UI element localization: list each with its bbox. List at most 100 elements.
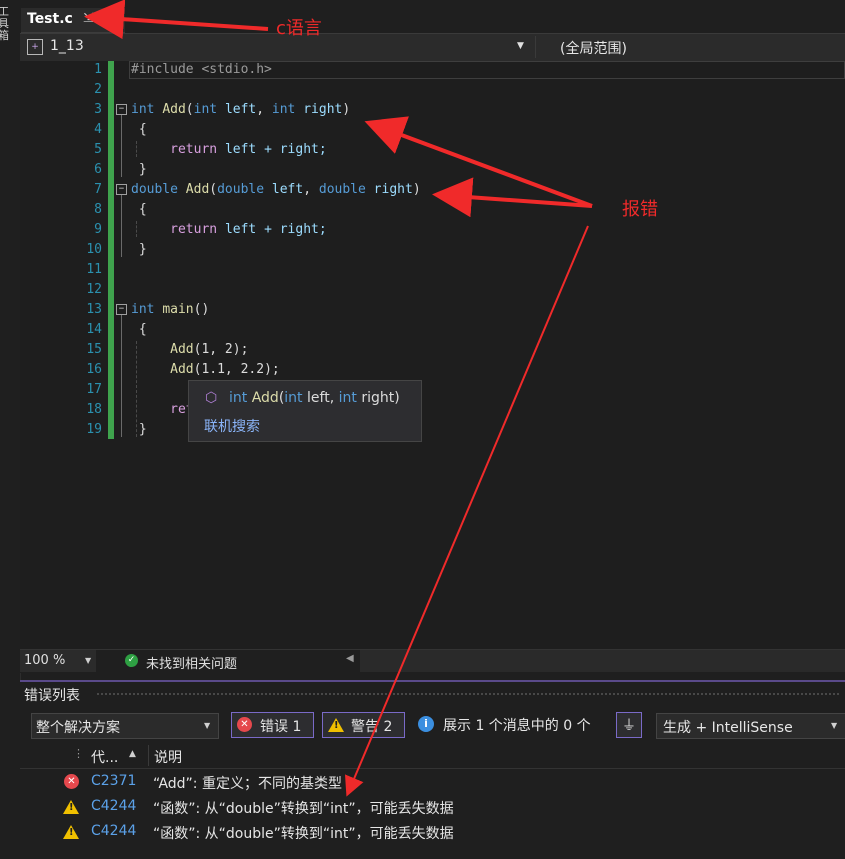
- fold-line: [121, 195, 122, 257]
- funnel-icon: ⏚: [622, 718, 636, 734]
- code-line: {: [138, 122, 147, 137]
- error-icon: ✕: [237, 717, 252, 732]
- line-number: 4: [94, 122, 102, 137]
- column-header-code[interactable]: 代...: [91, 747, 118, 767]
- issues-status[interactable]: 未找到相关问题: [146, 653, 237, 672]
- sort-ascending-icon: ▲: [129, 749, 136, 759]
- warnings-filter-button[interactable]: ! 警告 2: [322, 712, 405, 738]
- quick-info-tooltip: ⬡ int Add(int left, int right) 联机搜索: [188, 380, 422, 442]
- annotation-error: 报错: [622, 199, 658, 220]
- code-line: }: [138, 422, 147, 437]
- solution-scope-dropdown[interactable]: 整个解决方案 ▼: [31, 713, 219, 739]
- panel-title[interactable]: 错误列表: [24, 685, 80, 705]
- annotation-c-language: c语言: [276, 18, 322, 39]
- line-number: 10: [86, 242, 102, 257]
- change-tracking-bar: [108, 61, 114, 439]
- code-line: }: [138, 242, 147, 257]
- chevron-down-icon: ▼: [85, 656, 92, 665]
- fold-line: [121, 315, 122, 437]
- code-line: {: [138, 202, 147, 217]
- column-filter-icon[interactable]: ⋮: [73, 747, 84, 760]
- line-number: 7: [94, 182, 102, 197]
- chevron-down-icon: ▼: [204, 721, 211, 730]
- error-row[interactable]: ! C4244 “函数”: 从“double”转换到“int”，可能丢失数据: [20, 820, 845, 844]
- zoom-level: 100 %: [24, 653, 66, 668]
- project-name: 1_13: [50, 38, 84, 54]
- line-number: 9: [94, 222, 102, 237]
- code-editor[interactable]: 1 2 3 4 5 6 7 8 9 10 11 12 13 14 15 16 17 18 19 − − − #inc…: [20, 61, 845, 649]
- messages-filter-label[interactable]: 展示 1 个消息中的 0 个: [443, 715, 591, 735]
- line-number: 18: [86, 402, 102, 417]
- scope-name: (全局范围): [560, 41, 627, 57]
- toolbox-label[interactable]: 工具箱: [0, 6, 12, 42]
- dropdown-value: 生成 + IntelliSense: [663, 720, 793, 736]
- error-icon: ✕: [64, 774, 79, 789]
- line-number: 16: [86, 362, 102, 377]
- error-code-link[interactable]: C2371: [91, 773, 136, 789]
- collapse-icon[interactable]: −: [116, 304, 127, 315]
- error-code-link[interactable]: C4244: [91, 823, 136, 839]
- error-code-link[interactable]: C4244: [91, 798, 136, 814]
- line-number: 11: [86, 262, 102, 277]
- online-search-link[interactable]: 联机搜索: [204, 416, 260, 436]
- error-description: “Add”: 重定义；不同的基类型: [153, 776, 342, 792]
- line-number: 13: [86, 302, 102, 317]
- zoom-dropdown[interactable]: 100 % ▼: [20, 650, 96, 672]
- code-line: int main(): [131, 302, 210, 317]
- line-number: 5: [94, 142, 102, 157]
- error-row[interactable]: ✕ C2371 “Add”: 重定义；不同的基类型: [20, 770, 845, 794]
- code-line: }: [138, 162, 147, 177]
- horizontal-scrollbar[interactable]: [360, 650, 845, 672]
- error-list-panel: 错误列表 整个解决方案 ▼ ✕ 错误 1 ! 警告 2 i 展示 1 个消息中的…: [20, 680, 845, 859]
- errors-filter-button[interactable]: ✕ 错误 1: [231, 712, 314, 738]
- panel-grip[interactable]: [96, 692, 841, 696]
- line-number: 17: [86, 382, 102, 397]
- code-line: {: [138, 322, 147, 337]
- line-number: 15: [86, 342, 102, 357]
- code-line: int Add(int left, int right): [131, 102, 351, 117]
- line-number: 8: [94, 202, 102, 217]
- document-tab-bar: [20, 0, 845, 33]
- collapse-icon[interactable]: −: [116, 104, 127, 115]
- collapse-icon[interactable]: −: [116, 184, 127, 195]
- tab-test-c[interactable]: Test.c ⇲ ✕: [21, 8, 125, 34]
- line-number: 14: [86, 322, 102, 337]
- warnings-count-label: 警告 2: [351, 719, 393, 735]
- line-number: 19: [86, 422, 102, 437]
- close-icon[interactable]: ✕: [104, 10, 117, 28]
- errors-count-label: 错误 1: [260, 719, 302, 735]
- code-line: double Add(double left, double right): [131, 182, 421, 197]
- line-number: 2: [94, 82, 102, 97]
- column-divider[interactable]: [148, 745, 149, 766]
- code-line: return left + right;: [170, 142, 327, 157]
- error-description: “函数”: 从“double”转换到“int”，可能丢失数据: [153, 826, 454, 842]
- line-number: 12: [86, 282, 102, 297]
- filter-button[interactable]: ⏚: [616, 712, 642, 738]
- editor-status-bar: 100 % ▼ ✓ 未找到相关问题 ◀: [20, 649, 845, 673]
- line-number: 6: [94, 162, 102, 177]
- code-line: #include <stdio.h>: [131, 62, 272, 77]
- build-source-dropdown[interactable]: 生成 + IntelliSense ▼: [656, 713, 845, 739]
- chevron-down-icon: ▼: [831, 721, 838, 730]
- function-signature: int Add(int left, int right): [229, 390, 400, 406]
- error-description: “函数”: 从“double”转换到“int”，可能丢失数据: [153, 801, 454, 817]
- column-header-description[interactable]: 说明: [154, 747, 182, 767]
- scope-dropdown[interactable]: (全局范围): [535, 36, 844, 58]
- code-line: Add(1, 2);: [170, 342, 249, 357]
- code-line: Add(1.1, 2.2);: [170, 362, 280, 377]
- pin-icon[interactable]: ⇲: [83, 11, 94, 26]
- chevron-down-icon: ▼: [517, 41, 524, 51]
- info-icon[interactable]: i: [418, 716, 434, 732]
- scroll-left-icon[interactable]: ◀: [346, 653, 354, 664]
- method-cube-icon: ⬡: [205, 390, 218, 406]
- error-row[interactable]: ! C4244 “函数”: 从“double”转换到“int”，可能丢失数据: [20, 795, 845, 819]
- editor-margin: [20, 61, 42, 649]
- project-icon: +: [27, 39, 43, 55]
- code-line: return left + right;: [170, 222, 327, 237]
- tab-title: Test.c: [27, 11, 73, 27]
- check-circle-icon: ✓: [125, 654, 138, 667]
- line-number: 1: [94, 62, 102, 77]
- error-grid-header: ⋮ 代... ▲ 说明: [20, 743, 845, 769]
- fold-line: [121, 115, 122, 177]
- toolbox-strip[interactable]: 工具箱: [0, 0, 21, 857]
